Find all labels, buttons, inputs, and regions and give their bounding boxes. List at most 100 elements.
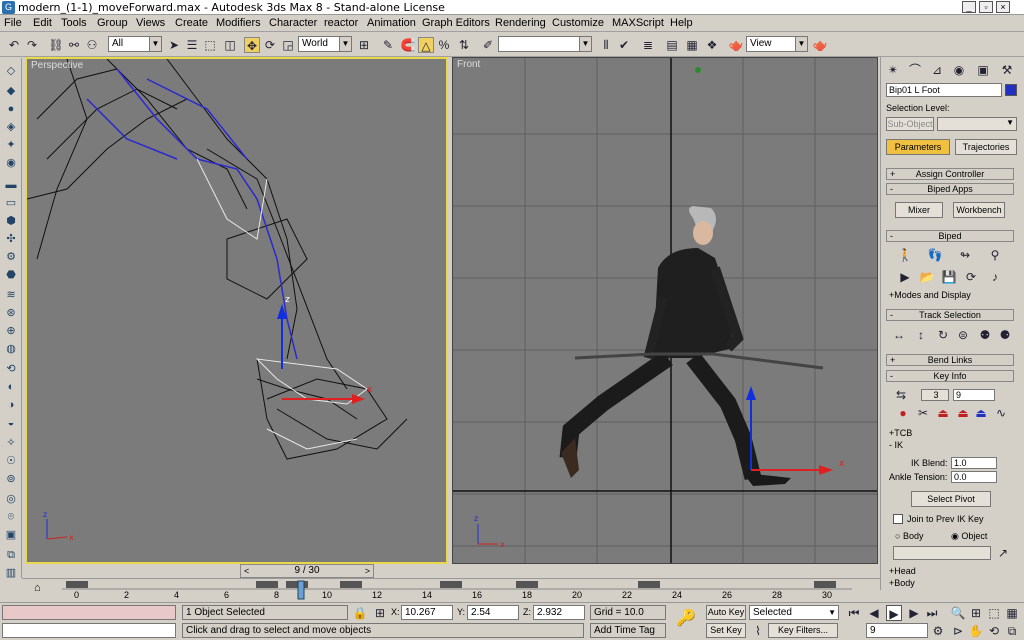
tool-icon-10[interactable]: ✣ (4, 232, 18, 246)
auto-key-button[interactable]: Auto Key (706, 605, 746, 620)
maxscript-input-field[interactable] (2, 623, 176, 638)
mixer-button[interactable]: Mixer (895, 202, 943, 218)
body-rollout-label[interactable]: +Body (889, 578, 915, 588)
select-by-name-icon[interactable]: ☰ (184, 37, 200, 53)
ik-blend-field[interactable]: 1.0 (951, 457, 997, 469)
sub-object-button[interactable]: Sub-Object (886, 117, 934, 131)
x-coordinate-field[interactable]: 10.267 (401, 605, 453, 620)
layer-manager-icon[interactable]: ≣ (640, 37, 656, 53)
schematic-view-icon[interactable]: ▦ (684, 37, 700, 53)
motion-flow-icon[interactable]: ↬ (957, 247, 973, 263)
body-vertical-icon[interactable]: ↕ (913, 327, 929, 343)
lock-com-icon[interactable]: ⊜ (955, 327, 971, 343)
restore-button[interactable]: ▫ (979, 1, 993, 13)
viewport-label-perspective[interactable]: Perspective (31, 60, 83, 71)
head-label[interactable]: +Head (889, 566, 916, 576)
snap-toggle-icon[interactable]: 🧲 (400, 37, 416, 53)
body-radio[interactable]: ○ Body (895, 531, 923, 541)
key-filters-button[interactable]: Key Filters... (768, 623, 838, 638)
menu-views[interactable]: Views (136, 17, 165, 29)
named-selection-icon[interactable]: ✐ (480, 37, 496, 53)
track-bar[interactable]: ⌂ 0 2 4 6 8 10 12 14 16 18 20 22 24 26 2… (22, 578, 880, 602)
time-slider-prev-icon[interactable]: < (244, 565, 249, 577)
curve-editor-icon[interactable]: ▤ (664, 37, 680, 53)
close-button[interactable]: × (996, 1, 1010, 13)
mixer-mode-icon[interactable]: ⚲ (987, 247, 1003, 263)
menu-rendering[interactable]: Rendering (495, 17, 546, 29)
tool-icon-28[interactable]: ▥ (4, 566, 18, 580)
move-all-icon[interactable]: ♪ (987, 269, 1003, 285)
pick-object-icon[interactable]: ↗ (995, 545, 1011, 561)
opposite-icon[interactable]: ⚈ (997, 327, 1013, 343)
tool-icon-7[interactable]: ▬ (4, 178, 18, 192)
hierarchy-tab-icon[interactable]: ⊿ (929, 62, 945, 78)
menu-reactor[interactable]: reactor (324, 17, 358, 29)
unlink-icon[interactable]: ⚯ (66, 37, 82, 53)
create-tab-icon[interactable]: ✴ (885, 62, 901, 78)
previous-frame-icon[interactable]: ◀ (866, 605, 882, 621)
menu-graph-editors[interactable]: Graph Editors (422, 17, 490, 29)
utilities-tab-icon[interactable]: ⚒ (999, 62, 1015, 78)
tool-icon-23[interactable]: ⊚ (4, 472, 18, 486)
tool-icon-2[interactable]: ◆ (4, 84, 18, 98)
footstep-mode-icon[interactable]: 👣 (927, 247, 943, 263)
set-planted-key-icon[interactable]: ⏏ (935, 405, 951, 421)
select-object-icon[interactable]: ➤ (166, 37, 182, 53)
tool-icon-9[interactable]: ⬢ (4, 214, 18, 228)
menu-customize[interactable]: Customize (552, 17, 604, 29)
tool-icon-13[interactable]: ≋ (4, 288, 18, 302)
set-free-key-icon[interactable]: ⏏ (973, 405, 989, 421)
menu-maxscript[interactable]: MAXScript (612, 17, 664, 29)
tool-icon-22[interactable]: ☉ (4, 454, 18, 468)
arc-rotate-icon[interactable]: ⟲ (986, 623, 1002, 639)
tool-icon-6[interactable]: ◉ (4, 156, 18, 170)
pan-icon[interactable]: ✋ (968, 623, 984, 639)
tool-icon-24[interactable]: ◎ (4, 492, 18, 506)
set-key-button[interactable]: Set Key (706, 623, 746, 638)
load-file-icon[interactable]: 📂 (919, 269, 935, 285)
select-and-rotate-icon[interactable]: ⟳ (262, 37, 278, 53)
link-icon[interactable]: ⛓ (48, 37, 64, 53)
tool-icon-16[interactable]: ◍ (4, 342, 18, 356)
modes-display-label[interactable]: +Modes and Display (889, 290, 971, 300)
minimize-button[interactable]: _ (962, 1, 976, 13)
zoom-extents-icon[interactable]: ⬚ (986, 605, 1002, 621)
viewport-label-front[interactable]: Front (457, 59, 480, 70)
tool-icon-11[interactable]: ⚙ (4, 250, 18, 264)
modify-tab-icon[interactable]: ⌒ (907, 62, 923, 78)
tool-icon-19[interactable]: ◑ (4, 398, 18, 412)
named-selection-dropdown[interactable]: ▼ (498, 36, 592, 52)
tool-icon-15[interactable]: ⊕ (4, 324, 18, 338)
undo-icon[interactable]: ↶ (6, 37, 22, 53)
object-color-swatch[interactable] (1005, 84, 1017, 96)
key-selection-dropdown[interactable]: Selected ▼ (749, 605, 839, 620)
select-and-scale-icon[interactable]: ◲ (280, 37, 296, 53)
go-to-end-icon[interactable]: ⏭ (924, 605, 940, 621)
tcb-label[interactable]: +TCB (889, 428, 912, 438)
key-mode-icon[interactable]: 🔑 (676, 611, 696, 627)
spinner-snap-icon[interactable]: ⇅ (456, 37, 472, 53)
menu-tools[interactable]: Tools (61, 17, 87, 29)
time-slider[interactable]: < 9 / 30 > (240, 564, 374, 578)
save-file-icon[interactable]: 💾 (941, 269, 957, 285)
viewport-front[interactable]: x z x Front (452, 57, 878, 564)
next-frame-icon[interactable]: ▶ (906, 605, 922, 621)
rectangular-selection-icon[interactable]: ⬚ (202, 37, 218, 53)
curve-icon[interactable]: ∿ (993, 405, 1009, 421)
tool-icon-18[interactable]: ◐ (4, 380, 18, 394)
tool-icon-3[interactable]: ● (4, 102, 18, 116)
zoom-extents-all-icon[interactable]: ▦ (1004, 605, 1020, 621)
prev-next-key-icon[interactable]: ⇆ (893, 387, 909, 403)
reference-coordinate-dropdown[interactable]: World ▼ (298, 36, 352, 52)
menu-create[interactable]: Create (175, 17, 208, 29)
key-info-rollout[interactable]: - Key Info (886, 370, 1014, 382)
maximize-viewport-icon[interactable]: ⧉ (1004, 623, 1020, 639)
figure-mode-icon[interactable]: 🚶 (897, 247, 913, 263)
body-rotation-icon[interactable]: ↻ (935, 327, 951, 343)
selection-lock-icon[interactable]: 🔒 (352, 605, 368, 621)
select-pivot-button[interactable]: Select Pivot (911, 491, 991, 507)
workbench-button[interactable]: Workbench (953, 202, 1005, 218)
go-to-start-icon[interactable]: ⏮ (846, 605, 862, 621)
tool-icon-25[interactable]: ⌾ (4, 510, 18, 524)
pivot-object-field[interactable] (893, 546, 991, 560)
